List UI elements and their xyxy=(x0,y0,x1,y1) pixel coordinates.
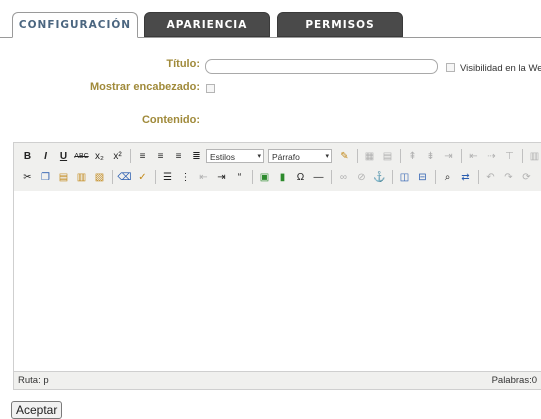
accept-button[interactable]: Aceptar xyxy=(11,401,63,419)
toolbar-separator xyxy=(130,149,131,163)
rich-text-editor: B I U ABC x₂ x² ≡ ≡ ≡ ≣ Estilos ▾ Párrafo… xyxy=(13,142,541,390)
help-icon[interactable]: ? xyxy=(536,169,541,186)
media-icon[interactable]: ▮ xyxy=(274,169,291,186)
underline-icon[interactable]: U xyxy=(55,148,72,165)
title-input[interactable] xyxy=(205,59,438,74)
search-icon[interactable]: ⌕ xyxy=(439,169,456,186)
bullet-list-icon[interactable]: ☰ xyxy=(159,169,176,186)
chevron-down-icon: ▾ xyxy=(325,153,329,160)
strikethrough-icon[interactable]: ABC xyxy=(73,148,90,165)
chevron-down-icon: ▾ xyxy=(257,153,261,160)
col-before-icon[interactable]: ⇤ xyxy=(465,148,482,165)
editor-content-area[interactable] xyxy=(14,191,541,373)
subscript-icon[interactable]: x₂ xyxy=(91,148,108,165)
copy-icon[interactable]: ❐ xyxy=(37,169,54,186)
image-icon[interactable]: ▣ xyxy=(256,169,273,186)
content-label: Contenido: xyxy=(141,114,200,126)
toolbar-separator xyxy=(522,149,523,163)
format-select[interactable]: Párrafo ▾ xyxy=(268,149,332,163)
visibility-label: Visibilidad en la Web xyxy=(460,63,541,74)
tab-permisos[interactable]: PERMISOS xyxy=(277,12,403,37)
row-after-icon[interactable]: ⇟ xyxy=(422,148,439,165)
clean-icon[interactable]: ⌫ xyxy=(116,169,133,186)
element-path: Ruta: p xyxy=(18,375,49,386)
page-break-icon[interactable]: ⊟ xyxy=(414,169,431,186)
show-header-label: Mostrar encabezado: xyxy=(89,81,200,93)
toolbar-separator xyxy=(357,149,358,163)
paste-text-icon[interactable]: ▥ xyxy=(73,169,90,186)
bold-icon[interactable]: B xyxy=(19,148,36,165)
tab-bar: CONFIGURACIÓN APARIENCIA PERMISOS xyxy=(0,0,541,38)
outdent-icon[interactable]: ⇤ xyxy=(195,169,212,186)
toolbar-separator xyxy=(252,170,253,184)
paste-word-icon[interactable]: ▧ xyxy=(91,169,108,186)
table-props-icon[interactable]: ▤ xyxy=(379,148,396,165)
undo-icon[interactable]: ↶ xyxy=(482,169,499,186)
toolbar-separator xyxy=(461,149,462,163)
delete-row-icon[interactable]: ⇥ xyxy=(440,148,457,165)
edit-icon[interactable]: ✎ xyxy=(336,148,353,165)
table-icon[interactable]: ▦ xyxy=(361,148,378,165)
italic-icon[interactable]: I xyxy=(37,148,54,165)
link-icon[interactable]: ∞ xyxy=(335,169,352,186)
tab-configuracion[interactable]: CONFIGURACIÓN xyxy=(12,12,138,38)
editor-statusbar: Ruta: p Palabras:0 xyxy=(14,371,541,389)
toolbar-separator xyxy=(400,149,401,163)
show-header-checkbox[interactable] xyxy=(206,84,215,93)
toolbar-separator xyxy=(155,170,156,184)
refresh-icon[interactable]: ⟳ xyxy=(518,169,535,186)
horizontal-rule-icon[interactable]: — xyxy=(310,169,327,186)
paste-icon[interactable]: ▤ xyxy=(55,169,72,186)
toolbar-separator xyxy=(435,170,436,184)
toolbar-separator xyxy=(478,170,479,184)
cut-icon[interactable]: ✂ xyxy=(19,169,36,186)
spellcheck-icon[interactable]: ✓ xyxy=(134,169,151,186)
toolbar-row-2: ✂ ❐ ▤ ▥ ▧ ⌫ ✓ ☰ ⋮ ⇤ ⇥ “ ▣ ▮ Ω — ∞ ⊘ ⚓ ◫ … xyxy=(19,168,541,186)
align-left-icon[interactable]: ≡ xyxy=(134,148,151,165)
editor-toolbar: B I U ABC x₂ x² ≡ ≡ ≡ ≣ Estilos ▾ Párrafo… xyxy=(14,143,541,192)
delete-col-icon[interactable]: ⊤ xyxy=(501,148,518,165)
toolbar-row-1: B I U ABC x₂ x² ≡ ≡ ≡ ≣ Estilos ▾ Párrafo… xyxy=(19,147,541,165)
format-select-value: Párrafo xyxy=(272,152,300,162)
redo-icon[interactable]: ↷ xyxy=(500,169,517,186)
blockquote-icon[interactable]: “ xyxy=(231,169,248,186)
split-cells-icon[interactable]: ▥ xyxy=(526,148,541,165)
numbered-list-icon[interactable]: ⋮ xyxy=(177,169,194,186)
visual-aid-icon[interactable]: ◫ xyxy=(396,169,413,186)
special-char-icon[interactable]: Ω xyxy=(292,169,309,186)
replace-icon[interactable]: ⇄ xyxy=(457,169,474,186)
toolbar-separator xyxy=(331,170,332,184)
anchor-icon[interactable]: ⚓ xyxy=(371,169,388,186)
align-center-icon[interactable]: ≡ xyxy=(152,148,169,165)
title-label: Título: xyxy=(166,58,200,70)
word-count: Palabras:0 xyxy=(491,375,537,386)
toolbar-separator xyxy=(392,170,393,184)
row-before-icon[interactable]: ⇞ xyxy=(404,148,421,165)
align-right-icon[interactable]: ≡ xyxy=(170,148,187,165)
superscript-icon[interactable]: x² xyxy=(109,148,126,165)
toolbar-separator xyxy=(112,170,113,184)
align-justify-icon[interactable]: ≣ xyxy=(188,148,205,165)
unlink-icon[interactable]: ⊘ xyxy=(353,169,370,186)
indent-icon[interactable]: ⇥ xyxy=(213,169,230,186)
col-after-icon[interactable]: ⇢ xyxy=(483,148,500,165)
styles-select-value: Estilos xyxy=(210,152,236,162)
styles-select[interactable]: Estilos ▾ xyxy=(206,149,264,163)
visibility-checkbox[interactable] xyxy=(446,63,455,72)
tab-apariencia[interactable]: APARIENCIA xyxy=(144,12,270,37)
